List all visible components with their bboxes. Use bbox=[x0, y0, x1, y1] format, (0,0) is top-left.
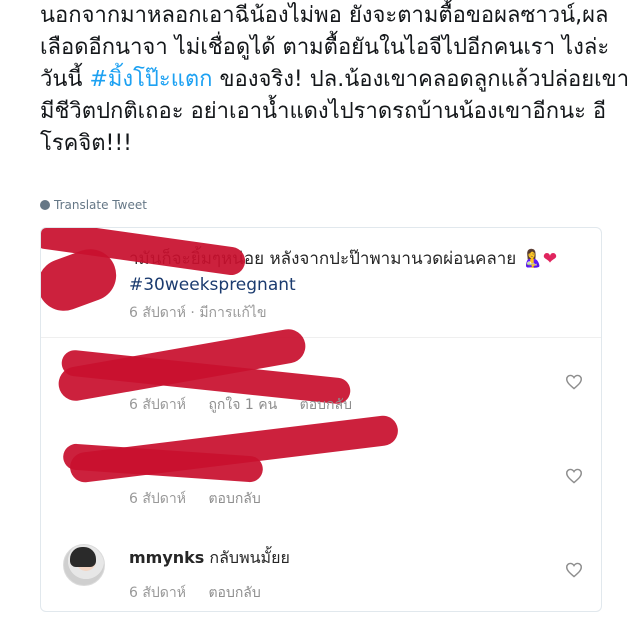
post-meta: 6 สัปดาห์ · มีการแก้ไข bbox=[129, 305, 267, 321]
like-heart-icon[interactable] bbox=[565, 374, 583, 390]
comment-likes[interactable]: ถูกใจ 1 คน bbox=[208, 397, 277, 413]
comment-body: mmynks กลับพนมั้ยย bbox=[129, 546, 290, 571]
comment-meta: 6 สัปดาห์ ตอบกลับ bbox=[129, 582, 261, 604]
tweet-text: นอกจากมาหลอกเอาฉีน้องไม่พอ ยังจะตามตื้อข… bbox=[40, 0, 630, 160]
like-heart-icon[interactable] bbox=[565, 562, 583, 578]
tweet-hashtag-link[interactable]: #มิ้งโป๊ะแตก bbox=[89, 67, 212, 92]
avatar[interactable] bbox=[63, 544, 105, 586]
like-heart-icon[interactable] bbox=[565, 468, 583, 484]
comment-time: 6 สัปดาห์ bbox=[129, 491, 186, 507]
globe-icon bbox=[40, 200, 50, 210]
instagram-screenshot-card: ามันก็จะยิ้มๆหน่อย หลังจากปะป๊าพามานวดผ่… bbox=[40, 227, 602, 612]
divider bbox=[41, 337, 601, 338]
comment-time: 6 สัปดาห์ bbox=[129, 585, 186, 601]
reply-button[interactable]: ตอบกลับ bbox=[208, 585, 260, 601]
comment-time: 6 สัปดาห์ bbox=[129, 397, 186, 413]
reply-button[interactable]: ตอบกลับ bbox=[300, 397, 352, 413]
translate-label: Translate Tweet bbox=[54, 198, 147, 212]
comment-meta: 6 สัปดาห์ ตอบกลับ bbox=[129, 488, 261, 510]
caption-emoji: 🤱❤ bbox=[521, 249, 558, 269]
comment-text: กลับพนมั้ยย bbox=[209, 548, 290, 567]
reply-button[interactable]: ตอบกลับ bbox=[208, 491, 260, 507]
translate-tweet-link[interactable]: Translate Tweet bbox=[40, 198, 147, 212]
comment-meta: 6 สัปดาห์ ถูกใจ 1 คน ตอบกลับ bbox=[129, 394, 352, 416]
caption-hashtag-link[interactable]: #30weekspregnant bbox=[129, 275, 296, 295]
comment-username[interactable]: mmynks bbox=[129, 548, 204, 567]
